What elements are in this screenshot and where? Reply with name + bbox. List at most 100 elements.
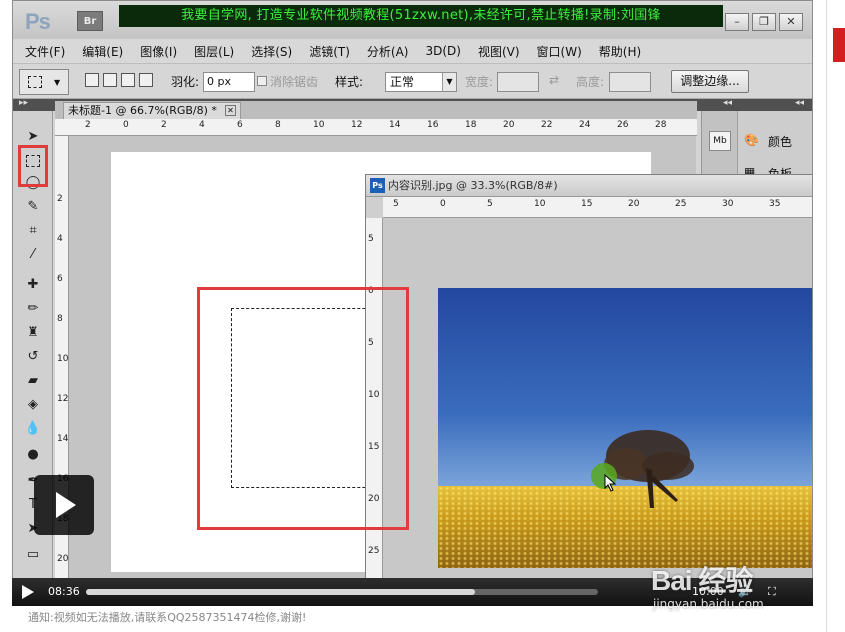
ruler-tick-label: 2: [161, 120, 167, 130]
ruler-tick-label: 15: [581, 199, 593, 209]
watermark-banner: 我要自学网, 打造专业软件视频教程(51zxw.net),未经许可,禁止转播!录…: [119, 5, 723, 27]
photoshop-window: Ps Br 我要自学网, 打造专业软件视频教程(51zxw.net),未经许可,…: [12, 0, 813, 606]
stamp-tool-icon[interactable]: ♜: [22, 323, 44, 343]
ruler-tick-label: 5: [393, 199, 399, 209]
style-select[interactable]: 正常 ▼: [385, 72, 457, 92]
ruler-tick-label: 6: [237, 120, 243, 130]
ruler-horizontal: 2 0 2 4 6 8 10 12 14 16 18 20 22 24 26 28: [55, 119, 697, 136]
menu-select[interactable]: 选择(S): [251, 43, 292, 60]
menu-image[interactable]: 图像(I): [140, 43, 177, 60]
ruler-tick-label: 6: [57, 274, 63, 284]
tab-document-1[interactable]: 未标题-1 @ 66.7%(RGB/8) * ✕: [63, 102, 241, 119]
bucket-tool-icon[interactable]: ◈: [22, 395, 44, 415]
height-input[interactable]: [609, 72, 651, 92]
play-icon[interactable]: [22, 585, 34, 599]
collapse-icon[interactable]: ◂◂: [723, 98, 732, 108]
baidu-watermark: Bai 经验 jingyan.baidu.com: [645, 553, 805, 627]
width-label: 宽度:: [465, 75, 494, 89]
close-icon[interactable]: ✕: [225, 105, 236, 116]
new-selection-icon[interactable]: [85, 73, 99, 87]
shape-tool-icon[interactable]: ▭: [22, 545, 44, 565]
mb-icon[interactable]: Mb: [709, 131, 731, 151]
ruler-tick-label: 10: [313, 120, 325, 130]
menu-window[interactable]: 窗口(W): [537, 43, 582, 60]
ruler-tick-label: 24: [579, 120, 591, 130]
notice-text: 通知:视频如无法播放,请联系QQ2587351474检修,谢谢!: [28, 611, 307, 624]
menu-3d[interactable]: 3D(D): [425, 44, 460, 58]
menu-layer[interactable]: 图层(L): [194, 43, 234, 60]
menu-bar: 文件(F) 编辑(E) 图像(I) 图层(L) 选择(S) 滤镜(T) 分析(A…: [13, 39, 812, 63]
menu-analysis[interactable]: 分析(A): [367, 43, 409, 60]
document-tabs: 未标题-1 @ 66.7%(RGB/8) * ✕: [55, 101, 697, 119]
chevron-down-icon: ▼: [442, 73, 456, 91]
menu-edit[interactable]: 编辑(E): [82, 43, 123, 60]
antialias-checkbox[interactable]: [257, 76, 267, 86]
landscape-photo[interactable]: [438, 288, 812, 568]
dodge-tool-icon[interactable]: ●: [22, 445, 44, 465]
move-tool-icon[interactable]: ➤: [22, 127, 44, 147]
marquee-icon: [28, 76, 42, 88]
close-button[interactable]: ✕: [779, 13, 803, 31]
feather-label: 羽化:: [171, 75, 200, 89]
quick-select-tool-icon[interactable]: ✎: [22, 197, 44, 217]
ruler-tick-label: 4: [57, 234, 63, 244]
baidu-url: jingyan.baidu.com: [653, 597, 764, 611]
brush-tool-icon[interactable]: ✏: [22, 299, 44, 319]
menu-file[interactable]: 文件(F): [25, 43, 65, 60]
collapse-icon[interactable]: ◂◂: [795, 98, 804, 108]
baidu-logo: Bai 经验: [651, 565, 753, 596]
width-input[interactable]: [497, 72, 539, 92]
restore-button[interactable]: ❐: [752, 13, 776, 31]
tool-preset-picker[interactable]: ▼: [19, 69, 69, 95]
ruler-tick-label: 16: [427, 120, 439, 130]
cursor-icon: [604, 474, 617, 492]
add-selection-icon[interactable]: [103, 73, 117, 87]
ruler-tick-label: 8: [57, 314, 63, 324]
document-2-titlebar[interactable]: Ps 内容识别.jpg @ 33.3%(RGB/8#): [366, 175, 812, 197]
bridge-button[interactable]: Br: [77, 11, 103, 31]
collapse-icon[interactable]: ▸▸: [19, 98, 28, 108]
ruler-tick-label: 20: [503, 120, 515, 130]
feather-input[interactable]: 0 px: [203, 72, 255, 92]
refine-edge-button[interactable]: 调整边缘...: [671, 70, 749, 93]
color-palette-icon[interactable]: 🎨: [744, 133, 759, 147]
ruler-tick-label: 25: [675, 199, 687, 209]
ps-document-icon: Ps: [370, 178, 385, 193]
tab-document-1-title: 未标题-1 @ 66.7%(RGB/8) *: [68, 104, 217, 117]
document-2-window: Ps 内容识别.jpg @ 33.3%(RGB/8#) 5 0 5 10 15 20 25 3…: [365, 174, 812, 605]
ruler-tick-label: 10: [534, 199, 546, 209]
eraser-tool-icon[interactable]: ▰: [22, 371, 44, 391]
menu-view[interactable]: 视图(V): [478, 43, 520, 60]
current-time: 08:36: [48, 585, 80, 598]
minimize-button[interactable]: –: [725, 13, 749, 31]
web-red-block: [833, 28, 845, 62]
ruler-tick-label: 30: [722, 199, 734, 209]
healing-brush-tool-icon[interactable]: ✚: [22, 275, 44, 295]
blur-tool-icon[interactable]: 💧: [22, 419, 44, 439]
seek-bar[interactable]: [86, 589, 598, 595]
ruler-tick-label: 26: [617, 120, 629, 130]
eyedropper-tool-icon[interactable]: ⁄: [22, 245, 44, 265]
subtract-selection-icon[interactable]: [121, 73, 135, 87]
menu-filter[interactable]: 滤镜(T): [309, 43, 350, 60]
highlight-rectangle: [197, 287, 409, 530]
play-overlay-button[interactable]: [34, 475, 94, 535]
ruler-tick-label: 22: [541, 120, 553, 130]
crop-tool-icon[interactable]: ⌗: [22, 221, 44, 241]
ruler-tick-label: 2: [85, 120, 91, 130]
swap-icon[interactable]: ⇄: [549, 73, 559, 87]
menu-help[interactable]: 帮助(H): [599, 43, 641, 60]
style-label: 样式:: [335, 75, 364, 89]
web-page-fragment: [826, 0, 845, 632]
ruler-tick-label: 10: [57, 354, 69, 364]
ruler-tick-label: 0: [440, 199, 446, 209]
ruler-tick-label: 18: [465, 120, 477, 130]
tree-image: [591, 430, 694, 508]
history-brush-tool-icon[interactable]: ↺: [22, 347, 44, 367]
document-2-canvas[interactable]: [383, 218, 812, 605]
color-panel-label[interactable]: 颜色: [768, 133, 792, 150]
ruler-tick-label: 28: [655, 120, 667, 130]
chevron-down-icon: ▼: [54, 78, 61, 87]
ruler-tick-label: 5: [368, 234, 374, 244]
intersect-selection-icon[interactable]: [139, 73, 153, 87]
